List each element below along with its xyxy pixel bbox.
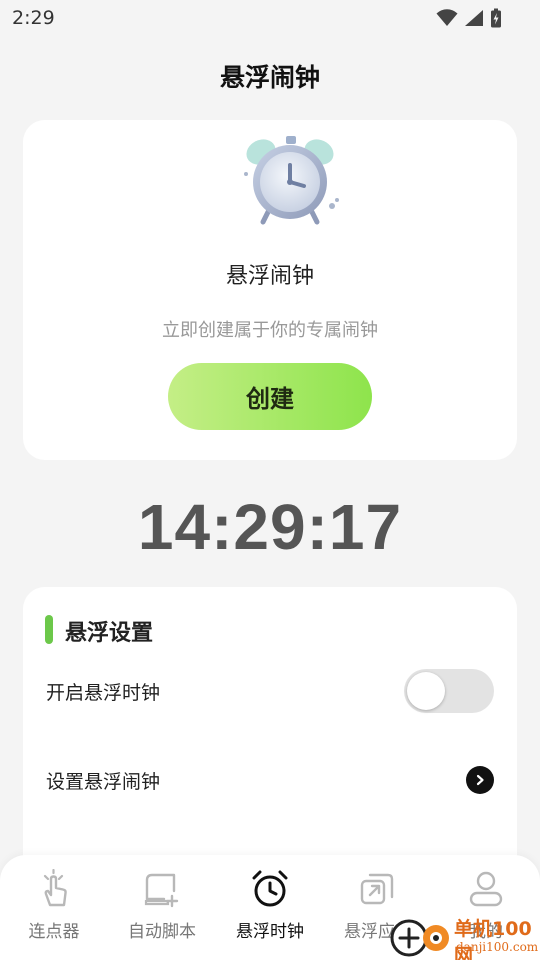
page-title: 悬浮闹钟 — [219, 63, 320, 92]
watermark: 单机100网 danji100.com — [390, 910, 540, 960]
setting-row-floating-clock: 开启悬浮时钟 — [23, 661, 517, 721]
nav-item-auto-script[interactable]: 自动脚本 — [108, 855, 216, 960]
status-time: 2:29 — [12, 7, 55, 29]
alarm-card-subtitle: 立即创建属于你的专属闹钟 — [162, 320, 378, 341]
floating-clock-toggle[interactable] — [404, 669, 494, 713]
create-button[interactable]: 创建 — [168, 363, 372, 430]
alarm-card-title: 悬浮闹钟 — [225, 264, 314, 289]
current-time-display: 14:29:17 — [137, 491, 403, 563]
status-bar: 2:29 — [0, 0, 540, 36]
signal-icon — [465, 10, 483, 26]
nav-label: 自动脚本 — [128, 922, 196, 942]
setting-label: 开启悬浮时钟 — [46, 681, 161, 704]
settings-section-title: 悬浮设置 — [65, 621, 154, 646]
alarm-clock-icon — [252, 870, 288, 907]
section-accent-bar — [45, 615, 53, 644]
nav-item-floating-clock[interactable]: 悬浮时钟 — [216, 855, 324, 960]
settings-card: 悬浮设置 开启悬浮时钟 设置悬浮闹钟 — [23, 587, 517, 857]
tap-hand-icon — [43, 869, 67, 907]
nav-label: 悬浮时钟 — [236, 922, 304, 942]
status-icons — [436, 8, 502, 28]
nav-label: 连点器 — [28, 922, 80, 942]
setting-label: 设置悬浮闹钟 — [46, 770, 161, 793]
alarm-clock-illustration-icon — [244, 136, 339, 225]
watermark-logo-icon — [390, 919, 449, 957]
floating-app-icon — [360, 873, 394, 905]
setting-row-floating-alarm[interactable]: 设置悬浮闹钟 — [23, 750, 517, 810]
user-icon — [469, 871, 503, 907]
toggle-knob — [407, 672, 445, 710]
watermark-url: danji100.com — [456, 940, 539, 954]
alarm-card: 悬浮闹钟 立即创建属于你的专属闹钟 创建 — [23, 120, 517, 460]
nav-item-clicker[interactable]: 连点器 — [0, 855, 108, 960]
wifi-icon — [436, 9, 458, 26]
chevron-right-icon[interactable] — [466, 766, 494, 794]
script-icon — [144, 873, 179, 908]
battery-charging-icon — [491, 8, 501, 28]
